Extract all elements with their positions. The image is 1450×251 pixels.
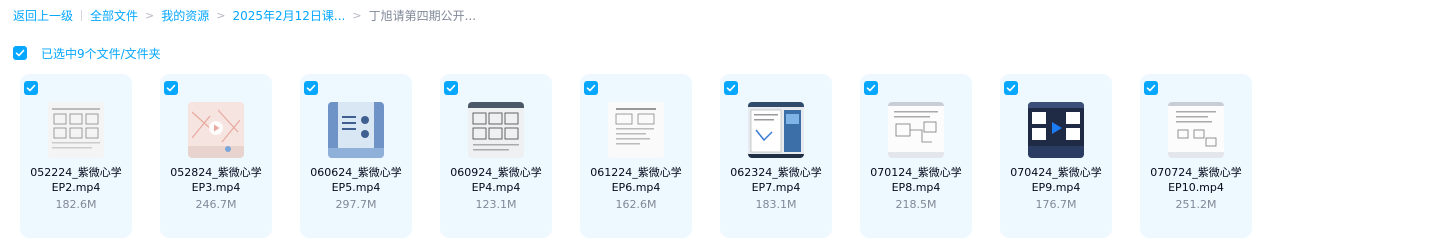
- file-size: 182.6M: [55, 198, 97, 211]
- file-size: 297.7M: [335, 198, 377, 211]
- file-card[interactable]: 070124_紫微心学 EP8.mp4 218.5M: [860, 74, 972, 238]
- select-all-row: 已选中9个文件/文件夹: [13, 45, 161, 61]
- file-card[interactable]: 060924_紫微心学 EP4.mp4 123.1M: [440, 74, 552, 238]
- breadcrumb-divider: [81, 9, 83, 21]
- chevron-right-icon: >: [216, 8, 226, 22]
- selection-count-label: 已选中9个文件/文件夹: [41, 46, 161, 61]
- file-name: 070124_紫微心学 EP8.mp4: [870, 166, 962, 194]
- video-thumbnail: [1028, 102, 1084, 158]
- breadcrumb-all-files[interactable]: 全部文件: [90, 7, 138, 24]
- file-checkbox[interactable]: [164, 81, 178, 95]
- video-thumbnail: [48, 102, 104, 158]
- file-size: 183.1M: [755, 198, 797, 211]
- check-icon: [726, 84, 736, 92]
- file-name: 070724_紫微心学 EP10.mp4: [1150, 166, 1242, 194]
- file-name: 062324_紫微心学 EP7.mp4: [730, 166, 822, 194]
- file-name: 061224_紫微心学 EP6.mp4: [590, 166, 682, 194]
- file-card[interactable]: 052824_紫微心学 EP3.mp4 246.7M: [160, 74, 272, 238]
- video-thumbnail: [1168, 102, 1224, 158]
- file-checkbox[interactable]: [724, 81, 738, 95]
- check-icon: [166, 84, 176, 92]
- file-size: 162.6M: [615, 198, 657, 211]
- file-name: 060924_紫微心学 EP4.mp4: [450, 166, 542, 194]
- file-size: 123.1M: [475, 198, 517, 211]
- video-thumbnail: [328, 102, 384, 158]
- file-name: 052824_紫微心学 EP3.mp4: [170, 166, 262, 194]
- check-icon: [1146, 84, 1156, 92]
- chevron-right-icon: >: [352, 8, 362, 22]
- file-checkbox[interactable]: [864, 81, 878, 95]
- file-name: 070424_紫微心学 EP9.mp4: [1010, 166, 1102, 194]
- file-size: 246.7M: [195, 198, 237, 211]
- file-size: 218.5M: [895, 198, 937, 211]
- video-thumbnail: [748, 102, 804, 158]
- file-card[interactable]: 070424_紫微心学 EP9.mp4 176.7M: [1000, 74, 1112, 238]
- chevron-right-icon: >: [145, 8, 155, 22]
- file-checkbox[interactable]: [444, 81, 458, 95]
- check-icon: [586, 84, 596, 92]
- file-size: 176.7M: [1035, 198, 1077, 211]
- check-icon: [446, 84, 456, 92]
- breadcrumb: 返回上一级 全部文件 > 我的资源 > 2025年2月12日课... > 丁旭请…: [13, 6, 476, 24]
- check-icon: [306, 84, 316, 92]
- file-card[interactable]: 052224_紫微心学 EP2.mp4 182.6M: [20, 74, 132, 238]
- video-thumbnail: [888, 102, 944, 158]
- file-card[interactable]: 061224_紫微心学 EP6.mp4 162.6M: [580, 74, 692, 238]
- check-icon: [26, 84, 36, 92]
- select-all-checkbox[interactable]: [13, 46, 27, 60]
- breadcrumb-folder[interactable]: 2025年2月12日课...: [232, 7, 345, 24]
- breadcrumb-current: 丁旭请第四期公开...: [368, 8, 477, 23]
- file-card[interactable]: 062324_紫微心学 EP7.mp4 183.1M: [720, 74, 832, 238]
- file-checkbox[interactable]: [1004, 81, 1018, 95]
- video-thumbnail: [608, 102, 664, 158]
- video-thumbnail: [468, 102, 524, 158]
- file-checkbox[interactable]: [584, 81, 598, 95]
- check-icon: [866, 84, 876, 92]
- file-name: 052224_紫微心学 EP2.mp4: [30, 166, 122, 194]
- back-link[interactable]: 返回上一级: [13, 7, 73, 24]
- check-icon: [15, 49, 25, 57]
- file-checkbox[interactable]: [304, 81, 318, 95]
- file-size: 251.2M: [1175, 198, 1217, 211]
- file-grid: 052224_紫微心学 EP2.mp4 182.6M 052824_紫微心学 EP3…: [20, 74, 1252, 238]
- file-card[interactable]: 060624_紫微心学 EP5.mp4 297.7M: [300, 74, 412, 238]
- video-thumbnail: [188, 102, 244, 158]
- file-checkbox[interactable]: [24, 81, 38, 95]
- file-name: 060624_紫微心学 EP5.mp4: [310, 166, 402, 194]
- file-checkbox[interactable]: [1144, 81, 1158, 95]
- breadcrumb-my-resources[interactable]: 我的资源: [161, 7, 209, 24]
- check-icon: [1006, 84, 1016, 92]
- file-card[interactable]: 070724_紫微心学 EP10.mp4 251.2M: [1140, 74, 1252, 238]
